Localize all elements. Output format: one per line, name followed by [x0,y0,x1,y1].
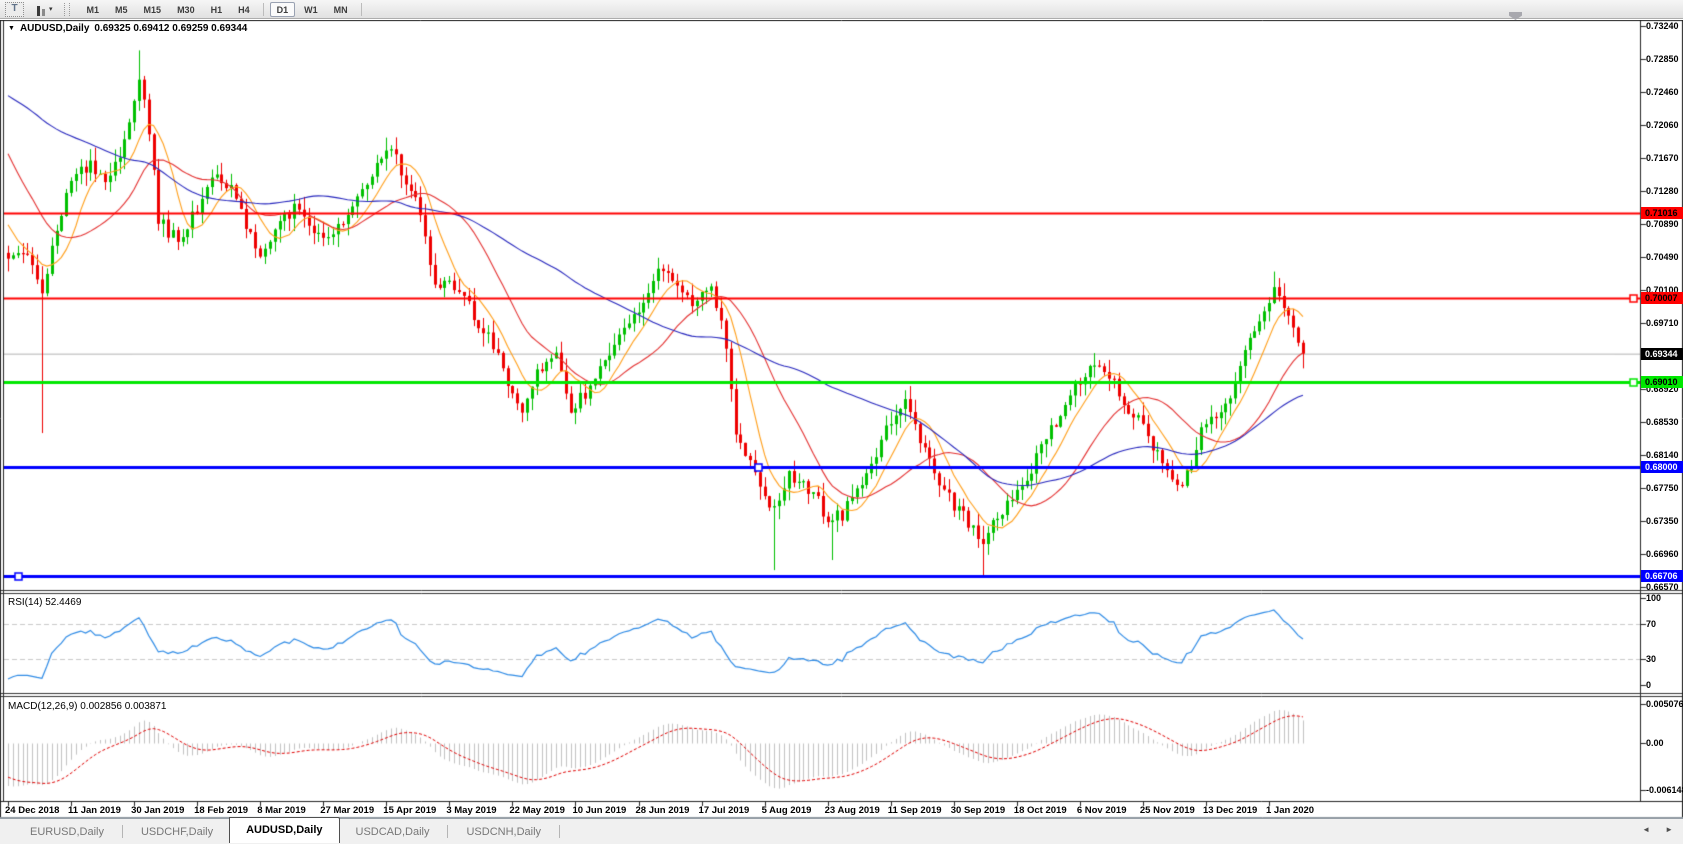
tab-scroll-arrows: ◄ ► [1642,825,1673,835]
date-label: 3 May 2019 [446,805,496,816]
timeframe-button-m15[interactable]: M15 [137,2,169,17]
date-label: 22 May 2019 [509,805,564,816]
tab-separator [122,825,123,838]
tab-usdcad[interactable]: USDCAD,Daily [340,820,446,844]
date-label: 15 Apr 2019 [383,805,436,816]
tab-usdcnh[interactable]: USDCNH,Daily [450,820,557,844]
date-label: 18 Oct 2019 [1014,805,1067,816]
rsi-tick-label: 70 [1646,619,1656,630]
date-label: 24 Dec 2018 [5,805,59,816]
timeframe-button-h1[interactable]: H1 [204,2,230,17]
t-tool-button[interactable]: T [5,2,24,17]
date-label: 6 Nov 2019 [1077,805,1127,816]
chart-canvas[interactable] [0,20,1683,818]
timeframe-button-m1[interactable]: M1 [80,2,107,17]
rsi-indicator-label: RSI(14) 52.4469 [8,597,81,608]
price-tick-label: 0.67750 [1646,483,1679,494]
date-label: 25 Nov 2019 [1140,805,1195,816]
price-tick-label: 0.69710 [1646,318,1679,329]
price-marker: 0.69344 [1641,348,1683,360]
date-label: 27 Mar 2019 [320,805,374,816]
price-marker: 0.69010 [1641,376,1683,388]
price-tick-label: 0.68140 [1646,450,1679,461]
macd-indicator-label: MACD(12,26,9) 0.002856 0.003871 [8,701,166,712]
price-marker: 0.66706 [1641,570,1683,582]
date-label: 23 Aug 2019 [825,805,880,816]
tab-scroll-right-icon[interactable]: ► [1665,825,1673,835]
price-tick-label: 0.71670 [1646,153,1679,164]
price-tick-label: 0.72850 [1646,54,1679,65]
chart-window: ▼ AUDUSD,Daily 0.69325 0.69412 0.69259 0… [0,20,1683,818]
rsi-tick-label: 30 [1646,654,1656,665]
date-label: 17 Jul 2019 [699,805,750,816]
timeframe-button-d1[interactable]: D1 [270,2,296,17]
price-tick-label: 0.67350 [1646,516,1679,527]
price-marker: 0.68000 [1641,461,1683,473]
tab-scroll-left-icon[interactable]: ◄ [1642,825,1650,835]
tab-separator [447,825,448,838]
rsi-tick-label: 0 [1646,680,1651,691]
tab-usdchf[interactable]: USDCHF,Daily [125,820,229,844]
date-label: 5 Aug 2019 [762,805,812,816]
price-tick-label: 0.72460 [1646,87,1679,98]
date-label: 28 Jun 2019 [636,805,690,816]
chart-ohlc-values: 0.69325 0.69412 0.69259 0.69344 [94,23,247,34]
candle-glyph [42,9,45,16]
price-marker: 0.70007 [1641,292,1683,304]
timeframe-group: M1M5M15M30H1H4 D1W1MN [79,2,367,17]
timeframe-button-m30[interactable]: M30 [170,2,202,17]
price-marker: 0.71016 [1641,207,1683,219]
macd-tick-label: -0.006148 [1646,785,1683,796]
price-tick-label: 0.72060 [1646,120,1679,131]
macd-tick-label: 0.00 [1646,738,1664,749]
tab-eurusd[interactable]: EURUSD,Daily [14,820,120,844]
date-label: 30 Sep 2019 [951,805,1005,816]
timeframe-button-mn[interactable]: MN [327,2,355,17]
toolbar-grip [64,3,70,16]
date-label: 11 Jan 2019 [68,805,121,816]
symbol-tab-bar: EURUSD,DailyUSDCHF,DailyAUDUSD,DailyUSDC… [0,818,1683,844]
date-label: 8 Mar 2019 [257,805,306,816]
candle-glyph [37,6,40,16]
date-label: 11 Sep 2019 [888,805,942,816]
timeframe-button-h4[interactable]: H4 [231,2,257,17]
dropdown-caret-icon: ▾ [49,3,53,16]
chart-menu-icon[interactable]: ▼ [8,25,15,32]
price-tick-label: 0.66960 [1646,549,1679,560]
trading-terminal: { "icons": { "menu_triangle": "▼", "care… [0,0,1683,844]
chart-symbol-label: AUDUSD,Daily [20,23,89,34]
macd-value-label: MACD(12,26,9) 0.002856 0.003871 [8,701,166,712]
toolbar-separator [361,3,362,16]
date-label: 10 Jun 2019 [572,805,626,816]
toolbar: T ▾ M1M5M15M30H1H4 D1W1MN [0,0,1683,19]
timeframe-button-m5[interactable]: M5 [108,2,135,17]
toolbar-separator [263,3,264,16]
chart-title-bar: ▼ AUDUSD,Daily 0.69325 0.69412 0.69259 0… [8,23,247,34]
price-tick-label: 0.70490 [1646,252,1679,263]
date-label: 13 Dec 2019 [1203,805,1257,816]
rsi-tick-label: 100 [1646,593,1661,604]
date-label: 18 Feb 2019 [194,805,248,816]
chart-type-icon[interactable]: ▾ [37,3,53,16]
date-label: 1 Jan 2020 [1266,805,1314,816]
date-label: 30 Jan 2019 [131,805,184,816]
price-tick-label: 0.71280 [1646,186,1679,197]
timeframe-button-w1[interactable]: W1 [297,2,325,17]
price-tick-label: 0.73240 [1646,21,1679,32]
price-tick-label: 0.66570 [1646,582,1679,593]
price-tick-label: 0.70890 [1646,219,1679,230]
tab-separator [559,825,560,838]
tab-audusd[interactable]: AUDUSD,Daily [229,817,339,843]
rsi-value-label: RSI(14) 52.4469 [8,597,81,608]
price-tick-label: 0.68530 [1646,417,1679,428]
macd-tick-label: 0.005076 [1646,699,1683,710]
